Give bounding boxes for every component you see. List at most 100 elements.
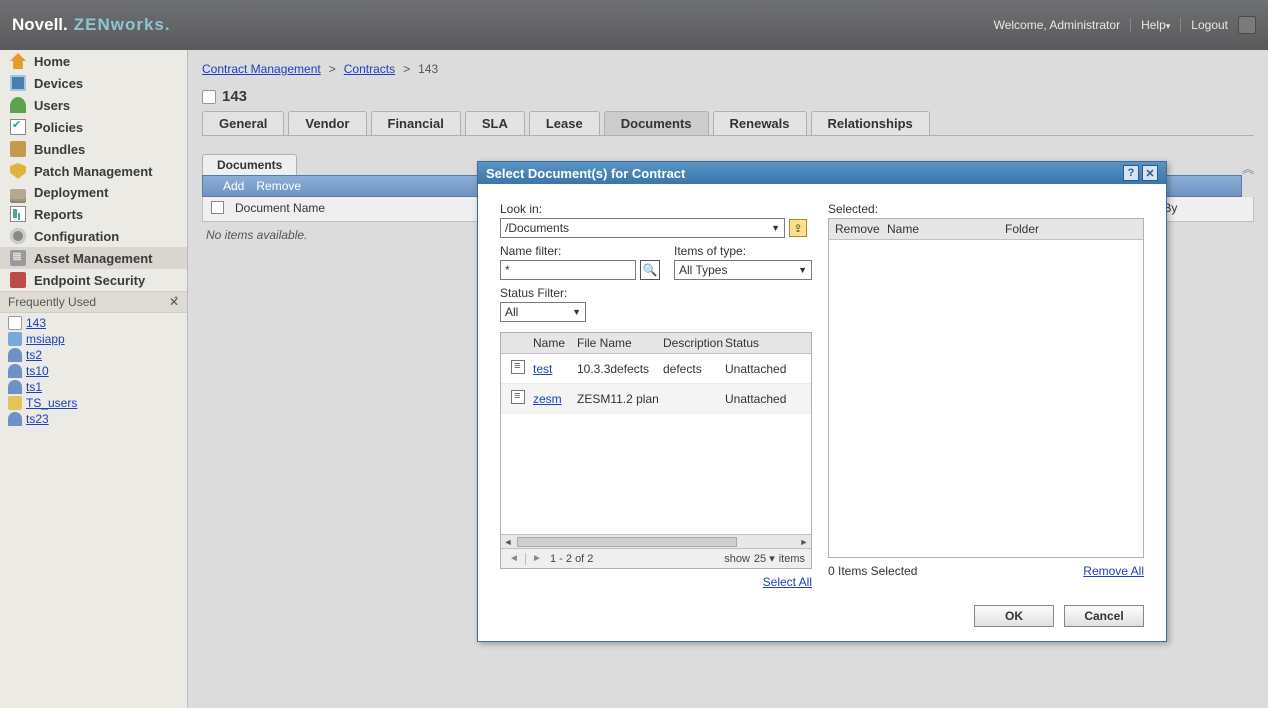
sidebar-item-label: Asset Management xyxy=(34,251,152,266)
document-name-link[interactable]: zesm xyxy=(533,392,562,406)
collapse-icon[interactable]: ︽ xyxy=(1242,160,1254,177)
ok-button[interactable]: OK xyxy=(974,605,1054,627)
freq-link[interactable]: ts2 xyxy=(26,348,42,362)
sidebar-item-label: Bundles xyxy=(34,142,85,157)
sidebar-item-endpoint-security[interactable]: Endpoint Security xyxy=(0,269,187,291)
freq-item[interactable]: ts10 xyxy=(4,363,183,379)
welcome-text: Welcome, Administrator xyxy=(994,18,1121,32)
refresh-icon[interactable] xyxy=(1238,16,1256,34)
col-file-name[interactable]: File Name xyxy=(573,333,659,353)
next-page-icon[interactable]: ► xyxy=(530,552,544,566)
freq-item[interactable]: msiapp xyxy=(4,331,183,347)
document-name-link[interactable]: test xyxy=(533,362,552,376)
report-icon xyxy=(10,206,26,222)
dialog-title: Select Document(s) for Contract xyxy=(486,166,685,181)
crumb-contract-management[interactable]: Contract Management xyxy=(202,62,321,76)
scroll-thumb[interactable] xyxy=(517,537,737,547)
col-name[interactable]: Name xyxy=(529,333,573,353)
sidebar-item-patch-management[interactable]: Patch Management xyxy=(0,160,187,182)
document-status: Unattached xyxy=(721,359,811,379)
freq-item[interactable]: 143 xyxy=(4,315,183,331)
document-row[interactable]: zesm ZESM11.2 plan Unattached xyxy=(501,384,811,414)
select-all-link[interactable]: Select All xyxy=(763,575,812,589)
documents-subtab[interactable]: Documents xyxy=(202,154,297,175)
sidebar-item-deployment[interactable]: Deployment xyxy=(0,182,187,203)
selected-documents-grid: Remove Name Folder xyxy=(828,218,1144,558)
select-all-checkbox[interactable] xyxy=(211,201,224,214)
pager-range: 1 - 2 of 2 xyxy=(550,553,593,565)
sidebar-item-configuration[interactable]: Configuration xyxy=(0,225,187,247)
freq-item[interactable]: ts1 xyxy=(4,379,183,395)
lock-icon xyxy=(10,272,26,288)
tab-vendor[interactable]: Vendor xyxy=(288,111,366,135)
col-status[interactable]: Status xyxy=(721,333,811,353)
sidebar-item-label: Patch Management xyxy=(34,164,152,179)
help-icon[interactable]: ? xyxy=(1123,165,1139,181)
document-row[interactable]: test 10.3.3defects defects Unattached xyxy=(501,354,811,384)
tab-financial[interactable]: Financial xyxy=(371,111,461,135)
folder-up-icon[interactable]: ⇪ xyxy=(789,219,807,237)
breadcrumb: Contract Management > Contracts > 143 xyxy=(202,58,1254,82)
freq-link[interactable]: ts1 xyxy=(26,380,42,394)
tab-documents[interactable]: Documents xyxy=(604,111,709,135)
frequently-used-header[interactable]: Frequently Used ✕̂ xyxy=(0,291,187,313)
tab-general[interactable]: General xyxy=(202,111,284,135)
col-description[interactable]: Description xyxy=(659,333,721,353)
sidebar-item-devices[interactable]: Devices xyxy=(0,72,187,94)
freq-link[interactable]: TS_users xyxy=(26,396,77,410)
chevron-up-icon[interactable]: ✕̂ xyxy=(169,295,179,309)
page-title-row: 143 xyxy=(202,82,1254,111)
col-sel-folder[interactable]: Folder xyxy=(999,219,1143,239)
page-size-select[interactable]: 25 ▾ xyxy=(754,552,775,565)
cancel-button[interactable]: Cancel xyxy=(1064,605,1144,627)
freq-item[interactable]: TS_users xyxy=(4,395,183,411)
remove-button[interactable]: Remove xyxy=(256,179,301,193)
look-in-select[interactable]: /Documents xyxy=(500,218,785,238)
search-icon[interactable]: 🔍 xyxy=(640,260,660,280)
sidebar-item-policies[interactable]: Policies xyxy=(0,116,187,138)
document-icon xyxy=(511,360,525,374)
freq-item[interactable]: ts23 xyxy=(4,411,183,427)
horizontal-scrollbar[interactable]: ◄ ► xyxy=(501,534,811,548)
sidebar-item-label: Deployment xyxy=(34,185,108,200)
freq-link[interactable]: 143 xyxy=(26,316,46,330)
document-description xyxy=(659,396,721,402)
asset-icon xyxy=(10,250,26,266)
tab-renewals[interactable]: Renewals xyxy=(713,111,807,135)
status-filter-select[interactable]: All xyxy=(500,302,586,322)
sidebar-item-reports[interactable]: Reports xyxy=(0,203,187,225)
name-filter-input[interactable]: * xyxy=(500,260,636,280)
tab-relationships[interactable]: Relationships xyxy=(811,111,930,135)
sidebar-item-bundles[interactable]: Bundles xyxy=(0,138,187,160)
freq-link[interactable]: msiapp xyxy=(26,332,65,346)
crumb-contracts[interactable]: Contracts xyxy=(344,62,395,76)
col-sel-name[interactable]: Name xyxy=(881,219,999,239)
freq-item[interactable]: ts2 xyxy=(4,347,183,363)
tab-lease[interactable]: Lease xyxy=(529,111,600,135)
freq-link[interactable]: ts23 xyxy=(26,412,49,426)
document-icon xyxy=(202,90,216,104)
sidebar-item-label: Policies xyxy=(34,120,83,135)
logout-link[interactable]: Logout xyxy=(1191,18,1228,32)
freq-link[interactable]: ts10 xyxy=(26,364,49,378)
items-type-label: Items of type: xyxy=(674,244,812,258)
col-remove[interactable]: Remove xyxy=(829,219,881,239)
sidebar-item-home[interactable]: Home xyxy=(0,50,187,72)
app-icon xyxy=(8,332,22,346)
items-type-select[interactable]: All Types xyxy=(674,260,812,280)
dialog-titlebar[interactable]: Select Document(s) for Contract ? ✕ xyxy=(478,162,1166,184)
help-link[interactable]: Help▾ xyxy=(1141,18,1170,32)
scroll-left-icon[interactable]: ◄ xyxy=(501,535,515,549)
user-icon xyxy=(8,348,22,362)
doc-icon xyxy=(8,316,22,330)
remove-all-link[interactable]: Remove All xyxy=(1083,564,1144,578)
monitor-icon xyxy=(10,75,26,91)
tab-sla[interactable]: SLA xyxy=(465,111,525,135)
add-button[interactable]: Add xyxy=(223,179,244,193)
close-icon[interactable]: ✕ xyxy=(1142,165,1158,181)
prev-page-icon[interactable]: ◄ xyxy=(507,552,521,566)
sidebar-item-asset-management[interactable]: Asset Management xyxy=(0,247,187,269)
scroll-right-icon[interactable]: ► xyxy=(797,535,811,549)
sidebar-item-users[interactable]: Users xyxy=(0,94,187,116)
freq-title: Frequently Used xyxy=(8,295,96,309)
